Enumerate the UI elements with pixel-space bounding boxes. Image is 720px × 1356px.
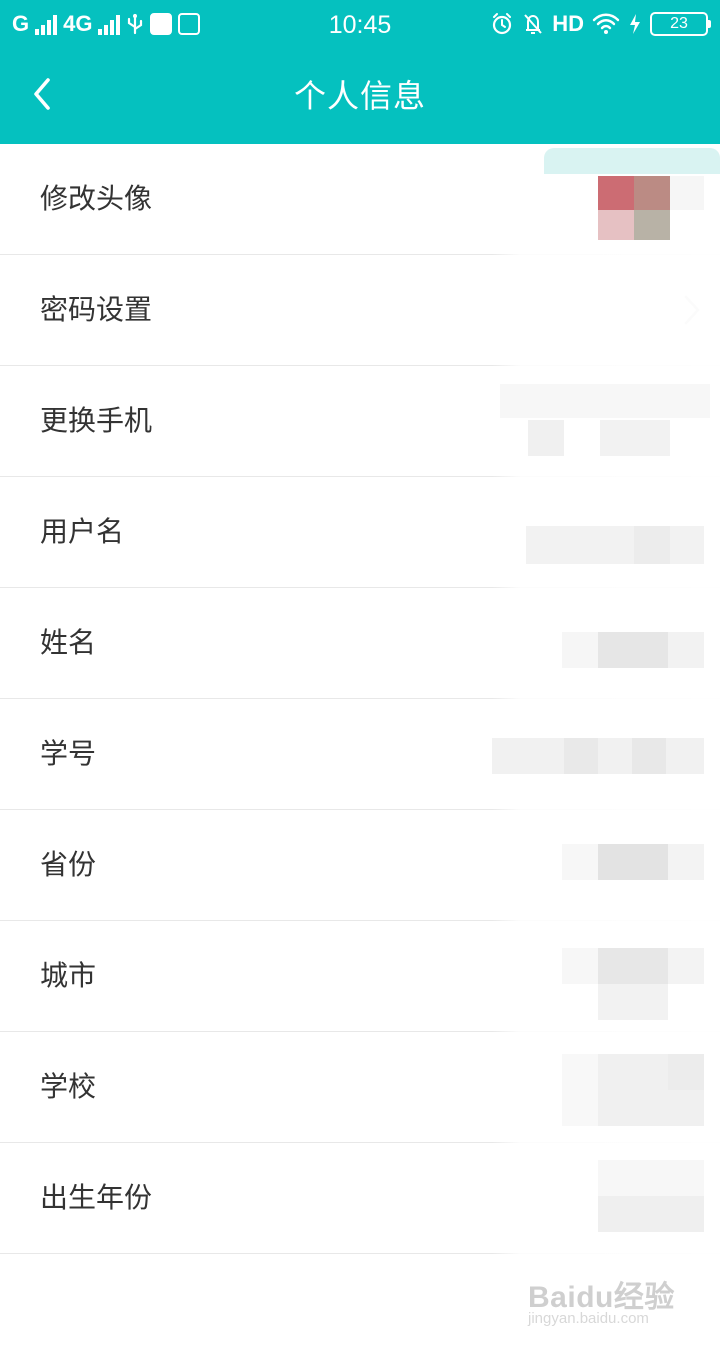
list-item-label: 修改头像 <box>40 182 153 215</box>
carrier-4g-label: 4G <box>63 11 93 36</box>
baidu-watermark: Baidu经验 jingyan.baidu.com <box>528 1272 698 1342</box>
title-bar: 个人信息 <box>0 48 720 144</box>
list-item-label: 省份 <box>40 848 97 881</box>
list-item-label: 学号 <box>40 737 97 770</box>
list-item-label: 学校 <box>40 1070 97 1103</box>
alarm-icon <box>493 13 512 35</box>
screenshot-icon <box>178 13 201 35</box>
school-redaction <box>562 1054 704 1126</box>
top-header: G 4G 10:45 HD 23 个人信息 <box>0 0 720 144</box>
charging-icon <box>630 14 640 34</box>
avatar-redaction <box>544 148 720 244</box>
back-button[interactable] <box>18 66 74 122</box>
watermark-url: jingyan.baidu.com <box>528 1310 649 1327</box>
list-item-label: 出生年份 <box>40 1181 153 1214</box>
signal-bars-icon <box>98 15 121 35</box>
page-title: 个人信息 <box>293 77 426 115</box>
list-item-label: 用户名 <box>40 515 125 548</box>
birth-year-redaction <box>598 1160 704 1232</box>
carrier-g-label: G <box>12 11 30 36</box>
list-item-label: 更换手机 <box>40 404 153 437</box>
hd-label: HD <box>552 11 584 36</box>
status-bar-left: G 4G <box>12 0 201 48</box>
username-redaction <box>526 526 704 566</box>
phone-redaction <box>500 384 710 460</box>
city-redaction <box>562 948 704 1020</box>
wifi-icon <box>592 13 620 34</box>
battery-level: 23 <box>670 15 688 32</box>
status-bar-right: HD 23 <box>490 0 711 48</box>
list-item-label: 密码设置 <box>40 293 153 326</box>
province-redaction <box>562 844 704 882</box>
student-id-redaction <box>492 738 704 776</box>
list-item-label: 姓名 <box>40 626 97 659</box>
list-item-label: 城市 <box>40 959 97 992</box>
status-bar: G 4G 10:45 HD 23 <box>0 0 720 48</box>
usb-icon <box>128 13 143 35</box>
battery-icon: 23 <box>650 12 711 36</box>
name-redaction <box>562 632 704 670</box>
chevron-left-icon <box>34 78 50 110</box>
silent-icon <box>524 14 542 34</box>
signal-bars-icon <box>35 15 58 35</box>
app-badge-icon <box>150 13 173 35</box>
